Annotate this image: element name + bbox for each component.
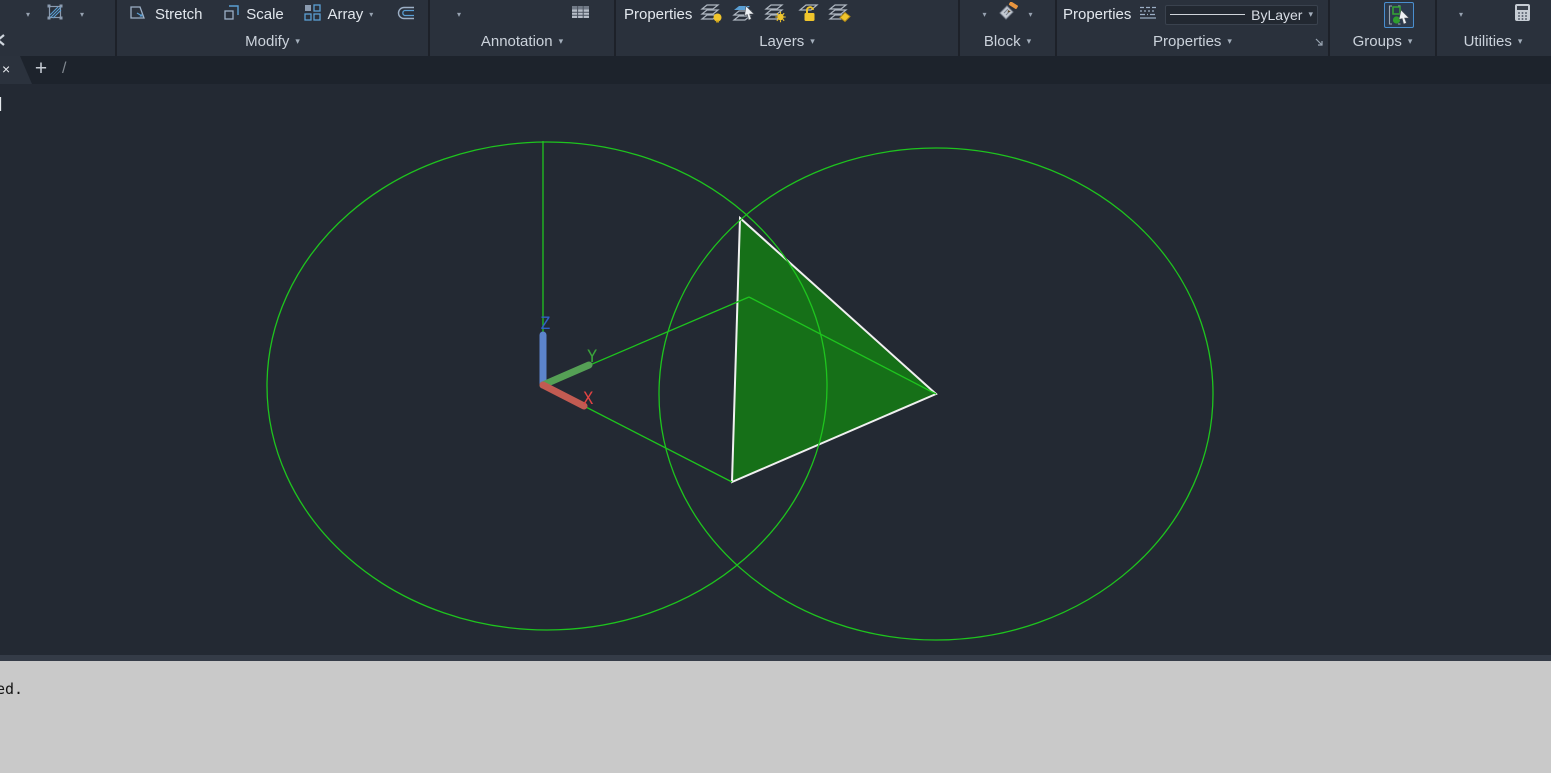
layer-isolate-icon[interactable] [732, 1, 756, 28]
ucs-z-label: Z [540, 314, 550, 334]
ucs-x-label: X [583, 389, 594, 409]
scale-icon [223, 4, 240, 25]
layer-off-icon[interactable] [700, 1, 724, 28]
panel-block: ▾ ▾ Block ▾ [960, 0, 1057, 56]
utilities-panel-label: Utilities [1464, 33, 1512, 50]
panel-layers: Properties [616, 0, 960, 56]
calculator-icon[interactable] [1514, 3, 1531, 27]
scale-label: Scale [246, 6, 284, 23]
chevron-down-icon: ▾ [810, 37, 815, 46]
tab-separator: / [62, 60, 66, 78]
groups-panel-title[interactable]: Groups ▾ [1330, 29, 1435, 54]
annotation-panel-title[interactable]: Annotation ▾ [430, 29, 614, 54]
edit-attribute-icon[interactable] [996, 2, 1020, 27]
panel-groups: Groups ▾ [1330, 0, 1437, 56]
chevron-down-icon[interactable]: ▾ [1459, 11, 1463, 19]
layer-freeze-icon[interactable] [764, 1, 788, 28]
block-panel-title[interactable]: Block ▾ [960, 29, 1055, 54]
panel-modify: Stretch Scale [117, 0, 430, 56]
table-icon[interactable] [571, 4, 590, 25]
chevron-down-icon: ▾ [1027, 37, 1032, 46]
chevron-down-icon: ▾ [1518, 37, 1523, 46]
utilities-panel-title[interactable]: Utilities ▾ [1437, 29, 1549, 54]
layer-properties-button[interactable]: Properties [624, 6, 692, 23]
command-history-text: ed. [0, 680, 23, 698]
tab-close-icon[interactable]: × [2, 61, 10, 77]
chevron-down-icon: ▾ [559, 37, 564, 46]
command-text-window[interactable]: ed. [0, 661, 1551, 773]
ucs-y-axis [543, 365, 589, 385]
ucs-y-label: Y [587, 347, 597, 367]
linetype-value: ByLayer [1251, 7, 1302, 23]
drawing-canvas[interactable]: X Y Z ] [0, 84, 1551, 655]
stretch-label: Stretch [155, 6, 203, 23]
chevron-down-icon: ▾ [1227, 37, 1232, 46]
new-tab-button[interactable]: + [30, 57, 52, 81]
panel-annotation: ▾ Annotation ▾ [430, 0, 616, 56]
properties-header-label: Properties [1063, 6, 1131, 23]
properties-panel-label: Properties [1153, 33, 1221, 50]
layer-lock-icon[interactable] [796, 1, 820, 28]
layers-panel-title[interactable]: Layers ▾ [616, 29, 958, 54]
properties-panel-title[interactable]: Properties ▾ [1057, 29, 1328, 54]
group-selection-toggle[interactable] [1384, 2, 1414, 28]
scale-button[interactable]: Scale [223, 4, 284, 25]
chevron-down-icon[interactable]: ▾ [80, 11, 84, 19]
linetype-list-icon[interactable] [1138, 5, 1158, 25]
file-tab-bar: × + / [0, 56, 1551, 84]
chevron-down-icon: ▾ [1408, 37, 1413, 46]
chevron-down-icon[interactable]: ▾ [26, 11, 30, 19]
ucs-x-axis [543, 385, 584, 406]
ribbon: ▾ ▾ [0, 0, 1551, 56]
linetype-select[interactable]: ByLayer ▾ [1165, 5, 1318, 25]
annotation-panel-label: Annotation [481, 33, 553, 50]
linetype-sample-line [1170, 14, 1245, 15]
stretch-icon [129, 4, 149, 25]
modify-panel-label: Modify [245, 33, 289, 50]
viewport-controls-fragment[interactable]: ] [0, 95, 2, 112]
model-space[interactable]: X Y Z [0, 84, 1551, 655]
fillet-button[interactable] [394, 5, 416, 25]
layer-properties-label: Properties [624, 6, 692, 23]
chevron-down-icon[interactable]: ▾ [1029, 11, 1033, 19]
array-label: Array [327, 6, 363, 23]
solid-triangle-entity[interactable] [732, 218, 936, 482]
panel-draw-clipped: ▾ ▾ [0, 0, 117, 56]
group-selection-icon [1386, 3, 1412, 27]
autocad-window: ▾ ▾ [0, 0, 1551, 773]
hatch-icon[interactable] [46, 3, 64, 26]
properties-dialog-launcher-icon[interactable] [1314, 35, 1325, 53]
layers-panel-label: Layers [759, 33, 804, 50]
fillet-icon [394, 5, 416, 25]
modify-panel-title[interactable]: Modify ▾ [117, 29, 428, 54]
chevron-down-icon: ▾ [369, 11, 373, 19]
chevron-down-icon: ▾ [1308, 10, 1313, 19]
clipped-panel-arrow-icon [0, 33, 6, 51]
block-panel-label: Block [984, 33, 1021, 50]
panel-properties: Properties ByLayer ▾ [1057, 0, 1330, 56]
stretch-button[interactable]: Stretch [129, 4, 203, 25]
array-button[interactable]: Array ▾ [304, 4, 373, 25]
chevron-down-icon[interactable]: ▾ [982, 11, 986, 19]
match-properties-button[interactable]: Properties [1063, 6, 1131, 23]
chevron-down-icon[interactable]: ▾ [457, 11, 461, 19]
chevron-down-icon: ▾ [295, 37, 300, 46]
array-icon [304, 4, 321, 25]
panel-utilities: ▾ Utilities ▾ [1437, 0, 1549, 56]
groups-panel-label: Groups [1353, 33, 1402, 50]
layer-delete-icon[interactable] [828, 1, 852, 28]
